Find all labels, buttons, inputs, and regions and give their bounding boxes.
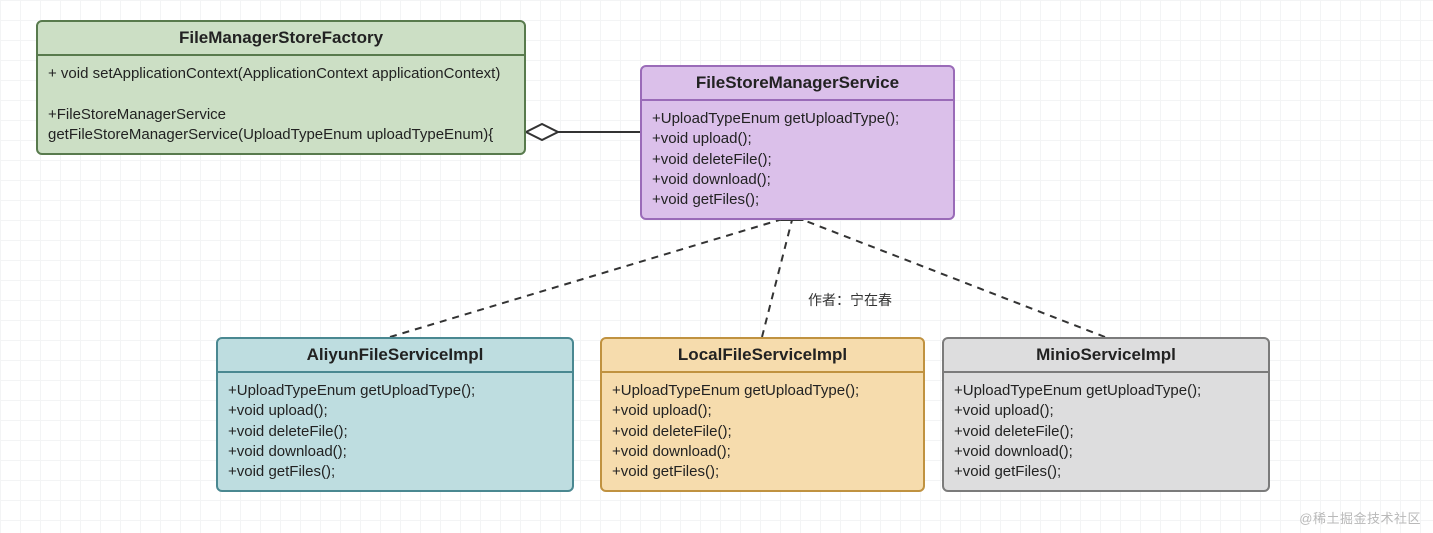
author-annotation: 作者：宁在春 [808,290,892,310]
class-factory: FileManagerStoreFactory + void setApplic… [36,20,526,155]
class-local-members: +UploadTypeEnum getUploadType(); +void u… [602,373,923,490]
class-service: FileStoreManagerService +UploadTypeEnum … [640,65,955,220]
class-minio: MinioServiceImpl +UploadTypeEnum getUplo… [942,337,1270,492]
class-factory-title: FileManagerStoreFactory [38,22,524,56]
class-service-title: FileStoreManagerService [642,67,953,101]
class-aliyun-members: +UploadTypeEnum getUploadType(); +void u… [218,373,572,490]
realization-aliyun [390,218,786,337]
class-minio-members: +UploadTypeEnum getUploadType(); +void u… [944,373,1268,490]
class-aliyun: AliyunFileServiceImpl +UploadTypeEnum ge… [216,337,574,492]
realization-minio [798,218,1105,337]
class-minio-title: MinioServiceImpl [944,339,1268,373]
class-local: LocalFileServiceImpl +UploadTypeEnum get… [600,337,925,492]
aggregation-line [526,124,640,140]
watermark: @稀土掘金技术社区 [1299,508,1421,527]
class-factory-members: + void setApplicationContext(Application… [38,56,524,153]
class-service-members: +UploadTypeEnum getUploadType(); +void u… [642,101,953,218]
class-aliyun-title: AliyunFileServiceImpl [218,339,572,373]
class-local-title: LocalFileServiceImpl [602,339,923,373]
realization-local [762,220,792,337]
